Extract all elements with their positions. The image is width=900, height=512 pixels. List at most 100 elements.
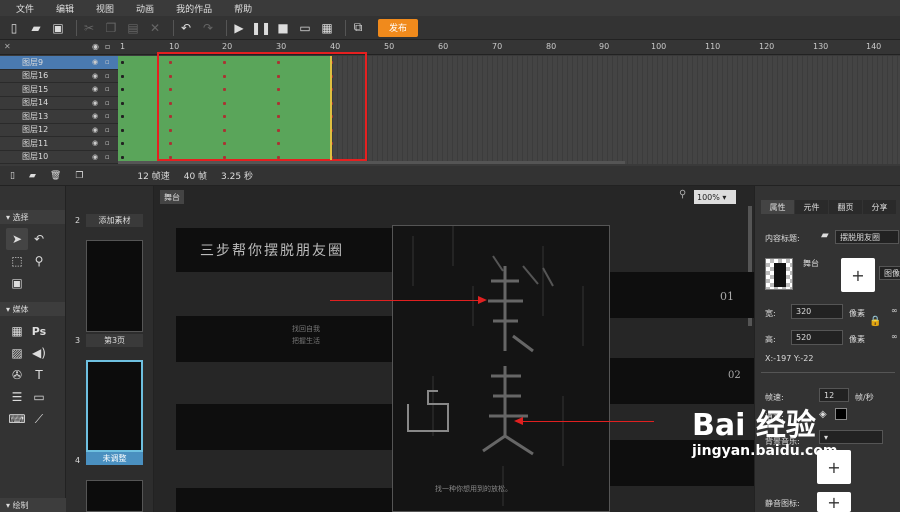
visibility-icon[interactable]: ◉ — [92, 42, 99, 51]
list-icon[interactable]: ☰ — [6, 386, 28, 408]
stop-icon[interactable]: ■ — [275, 20, 291, 36]
menu-edit[interactable]: 编辑 — [56, 2, 74, 15]
playhead[interactable] — [330, 56, 332, 160]
tab-properties[interactable]: 属性 — [761, 200, 794, 214]
lock-icon[interactable]: ▫ — [105, 153, 110, 161]
stage-bg-swatch[interactable] — [765, 258, 793, 290]
eye-icon[interactable]: ◉ — [92, 153, 98, 161]
pause-icon[interactable]: ❚❚ — [251, 20, 271, 36]
audio-icon[interactable]: ◀) — [28, 342, 50, 364]
grid-icon[interactable]: ▦ — [6, 320, 28, 342]
image-icon[interactable]: ▨ — [6, 342, 28, 364]
layer-row[interactable]: 图层13 ◉ ▫ — [0, 110, 118, 124]
eye-icon[interactable]: ◉ — [92, 99, 98, 107]
keyframe-dot[interactable] — [121, 61, 124, 64]
text-strip[interactable] — [176, 404, 394, 450]
section-header-media[interactable]: ▾ 媒体 — [0, 302, 65, 316]
lock-icon[interactable]: ▫ — [105, 126, 110, 134]
menu-help[interactable]: 帮助 — [234, 2, 252, 15]
qrcode-icon[interactable]: ▦ — [319, 20, 335, 36]
stage-tab[interactable]: 舞台 — [160, 190, 184, 204]
delete-icon[interactable]: ✕ — [147, 20, 163, 36]
zoom-icon[interactable]: ⚲ — [28, 250, 50, 272]
lock-icon[interactable]: ▫ — [105, 85, 110, 93]
menu-animation[interactable]: 动画 — [136, 2, 154, 15]
height-input[interactable]: 520 — [791, 330, 843, 345]
section-header-draw[interactable]: ▾ 绘制 — [0, 498, 66, 512]
chart-icon[interactable]: ⟋ — [28, 408, 50, 430]
ps-icon[interactable]: Ps — [28, 320, 50, 342]
lock-icon[interactable]: ▫ — [105, 42, 110, 51]
zoom-select[interactable]: 100% ▾ — [694, 190, 736, 204]
layer-row[interactable]: 图层10 ◉ ▫ — [0, 151, 118, 164]
layer-row[interactable]: 图层14 ◉ ▫ — [0, 97, 118, 110]
text-strip[interactable] — [610, 358, 754, 404]
script-icon[interactable]: ⧉ — [350, 20, 366, 36]
eye-icon[interactable]: ◉ — [92, 112, 98, 120]
keyframe-dot[interactable] — [121, 101, 124, 105]
keyframe-dot[interactable] — [121, 128, 124, 132]
folder-icon[interactable]: ▰ — [29, 171, 36, 181]
open-folder-icon[interactable]: ▰ — [28, 20, 44, 36]
eye-icon[interactable]: ◉ — [92, 139, 98, 147]
trash-icon[interactable]: 🗑 — [50, 171, 61, 181]
content-title-input[interactable]: 摆脱朋友圈 — [835, 230, 899, 244]
copy-icon[interactable]: ❐ — [103, 20, 119, 36]
code-icon[interactable]: ⌨ — [6, 408, 28, 430]
lock-icon[interactable]: ▫ — [105, 99, 110, 107]
new-file-icon[interactable]: ▯ — [6, 20, 22, 36]
menu-view[interactable]: 视图 — [96, 2, 114, 15]
duplicate-icon[interactable]: ❐ — [75, 171, 83, 181]
marquee-icon[interactable]: ⬚ — [6, 250, 28, 272]
lock-icon[interactable]: ▫ — [105, 58, 110, 66]
link-icon[interactable]: ∞ — [891, 306, 898, 315]
eye-icon[interactable]: ◉ — [92, 58, 98, 66]
eye-icon[interactable]: ◉ — [92, 72, 98, 80]
keyframe-dot[interactable] — [121, 74, 124, 78]
layer-row[interactable]: 图层11 ◉ ▫ — [0, 137, 118, 151]
screen-icon[interactable]: ▭ — [28, 386, 50, 408]
layer-row[interactable]: 图层12 ◉ ▫ — [0, 124, 118, 137]
preview-icon[interactable]: ▭ — [297, 20, 313, 36]
page-thumbnail[interactable] — [86, 360, 143, 452]
layer-row[interactable]: 图层9 ◉ ▫ — [0, 56, 118, 70]
redo-icon[interactable]: ↷ — [200, 20, 216, 36]
search-icon[interactable]: ⚲ — [679, 189, 686, 200]
tab-paging[interactable]: 翻页 — [829, 200, 862, 214]
thumb-caption[interactable]: 未调整 — [86, 452, 143, 465]
image-button[interactable]: 图像 — [879, 266, 900, 280]
keyframe-dot[interactable] — [121, 115, 124, 118]
video-icon[interactable]: ✇ — [6, 364, 28, 386]
page-thumbnail[interactable] — [86, 240, 143, 332]
width-input[interactable]: 320 — [791, 304, 843, 319]
text-strip[interactable] — [176, 488, 394, 512]
link-icon[interactable]: ∞ — [891, 332, 898, 341]
tab-share[interactable]: 分享 — [863, 200, 896, 214]
section-header-select[interactable]: ▾ 选择 — [0, 210, 65, 224]
publish-button[interactable]: 发布 — [378, 18, 418, 37]
layer-row[interactable]: 图层15 ◉ ▫ — [0, 83, 118, 97]
close-icon[interactable]: ✕ — [4, 42, 11, 51]
thumb-caption[interactable]: 第3页 — [86, 334, 143, 347]
paste-icon[interactable]: ▤ — [125, 20, 141, 36]
lock-icon[interactable]: ▫ — [105, 139, 110, 147]
page-thumbnail[interactable] — [86, 480, 143, 512]
eye-icon[interactable]: ◉ — [92, 85, 98, 93]
keyframe-dot[interactable] — [121, 88, 124, 91]
menu-file[interactable]: 文件 — [16, 2, 34, 15]
play-icon[interactable]: ▶ — [231, 20, 247, 36]
frame-ruler[interactable]: ✕ ◉ ▫ 1 10 20 30 40 50 60 70 80 90 100 1… — [0, 40, 900, 55]
layer-row[interactable]: 图层16 ◉ ▫ — [0, 70, 118, 83]
lock-icon[interactable]: ▫ — [105, 112, 110, 120]
undo-icon[interactable]: ↶ — [178, 20, 194, 36]
capture-icon[interactable]: ▣ — [6, 272, 28, 294]
tab-symbols[interactable]: 元件 — [795, 200, 828, 214]
lock-icon[interactable]: 🔒 — [869, 316, 881, 327]
phone-canvas[interactable]: 找一种你想用到的放松。 — [392, 225, 610, 512]
lock-icon[interactable]: ▫ — [105, 72, 110, 80]
timeline-scrollbar[interactable] — [118, 161, 625, 164]
fps-input[interactable]: 12 — [819, 388, 849, 402]
pointer-icon[interactable]: ➤ — [6, 228, 28, 250]
lasso-icon[interactable]: ↶ — [28, 228, 50, 250]
menu-my-works[interactable]: 我的作品 — [176, 2, 212, 15]
